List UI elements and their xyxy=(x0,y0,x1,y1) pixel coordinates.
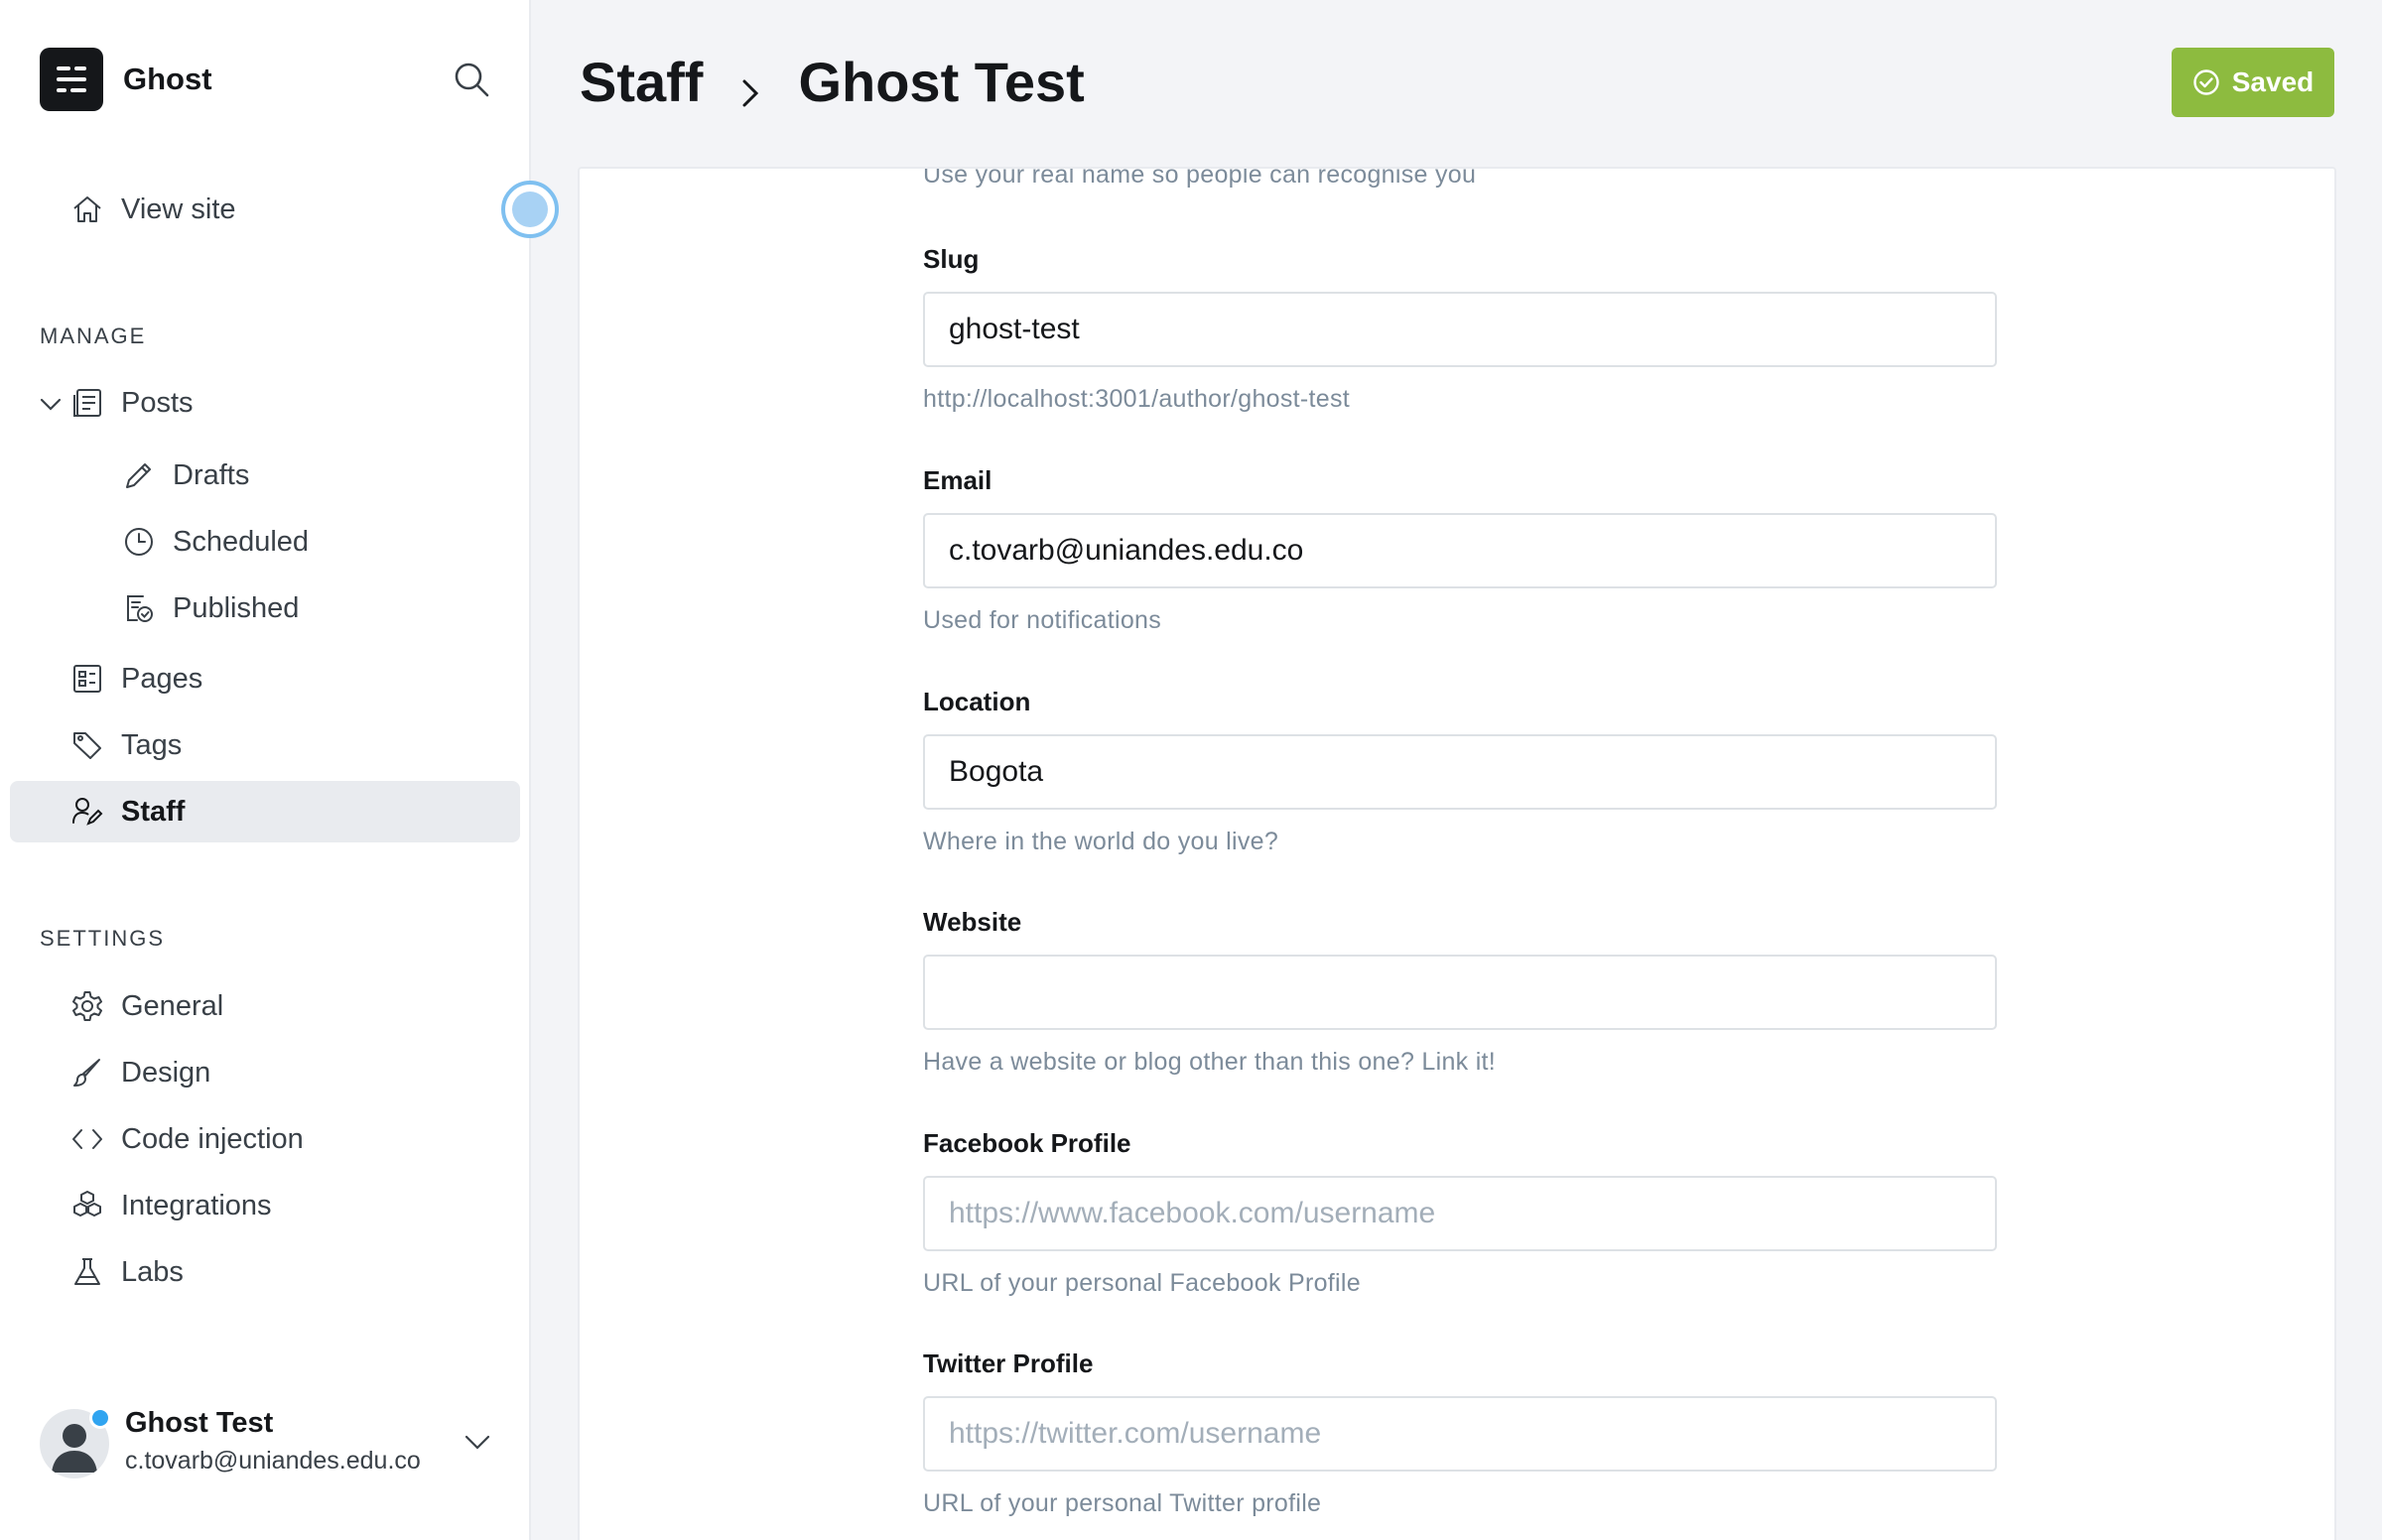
sidebar-item-labs[interactable]: Labs xyxy=(10,1241,520,1303)
sidebar-item-published[interactable]: Published xyxy=(10,578,520,639)
breadcrumb: Staff Ghost Test xyxy=(580,42,1085,121)
breadcrumb-parent-link[interactable]: Staff xyxy=(580,50,703,114)
email-field: Email Used for notifications xyxy=(923,465,1997,635)
gear-icon xyxy=(71,990,103,1022)
sidebar-item-scheduled[interactable]: Scheduled xyxy=(10,511,520,573)
facebook-label: Facebook Profile xyxy=(923,1128,1131,1158)
facebook-hint: URL of your personal Facebook Profile xyxy=(923,1269,1361,1297)
slug-label: Slug xyxy=(923,244,980,274)
sidebar-item-label: General xyxy=(121,990,224,1022)
pencil-icon xyxy=(123,459,155,491)
sidebar-item-label: Posts xyxy=(121,387,194,419)
profile-form-card: Use your real name so people can recogni… xyxy=(578,167,2336,1540)
location-input[interactable] xyxy=(923,734,1997,810)
sidebar-item-pages[interactable]: Pages xyxy=(10,648,520,709)
facebook-input[interactable] xyxy=(923,1176,1997,1251)
user-name: Ghost Test xyxy=(125,1407,274,1439)
name-hint: Use your real name so people can recogni… xyxy=(923,167,1477,189)
slug-input[interactable] xyxy=(923,292,1997,367)
location-label: Location xyxy=(923,687,1031,716)
twitter-field: Twitter Profile URL of your personal Twi… xyxy=(923,1348,1997,1518)
sidebar-item-general[interactable]: General xyxy=(10,975,520,1037)
website-label: Website xyxy=(923,907,1022,937)
check-circle-icon xyxy=(2193,69,2219,95)
pages-icon xyxy=(71,663,103,695)
sidebar-item-label: View site xyxy=(121,193,236,225)
clock-icon xyxy=(123,526,155,558)
flask-icon xyxy=(71,1256,103,1288)
sidebar: Ghost View site MANAGE Posts Drafts Sche… xyxy=(0,0,559,1540)
section-title-manage: MANAGE xyxy=(40,323,147,348)
website-field: Website Have a website or blog other tha… xyxy=(923,907,1997,1077)
save-button[interactable]: Saved xyxy=(2172,48,2334,117)
sidebar-item-label: Published xyxy=(173,592,300,624)
sidebar-item-label: Integrations xyxy=(121,1190,272,1221)
status-dot xyxy=(89,1407,111,1429)
brand[interactable]: Ghost xyxy=(40,48,212,111)
sidebar-item-label: Drafts xyxy=(173,459,250,491)
twitter-hint: URL of your personal Twitter profile xyxy=(923,1489,1322,1517)
sidebar-item-view-site[interactable]: View site xyxy=(10,179,520,240)
sidebar-item-label: Staff xyxy=(121,796,186,828)
slug-field: Slug http://localhost:3001/author/ghost-… xyxy=(923,244,1997,414)
sidebar-item-design[interactable]: Design xyxy=(10,1042,520,1103)
twitter-label: Twitter Profile xyxy=(923,1348,1094,1378)
location-hint: Where in the world do you live? xyxy=(923,828,1279,855)
sidebar-item-label: Pages xyxy=(121,663,203,695)
ghost-logo-icon xyxy=(40,48,103,111)
notification-pulse[interactable] xyxy=(501,181,559,238)
section-title-settings: SETTINGS xyxy=(40,926,166,951)
save-button-label: Saved xyxy=(2231,66,2315,97)
sidebar-item-label: Design xyxy=(121,1057,211,1089)
home-icon xyxy=(71,193,103,225)
code-icon xyxy=(71,1123,103,1155)
brand-name: Ghost xyxy=(123,62,212,96)
email-input[interactable] xyxy=(923,513,1997,588)
search-icon[interactable] xyxy=(452,60,491,99)
sidebar-item-label: Code injection xyxy=(121,1123,304,1155)
sidebar-item-label: Tags xyxy=(121,729,183,761)
sidebar-item-integrations[interactable]: Integrations xyxy=(10,1175,520,1236)
email-label: Email xyxy=(923,465,992,495)
sidebar-item-label: Scheduled xyxy=(173,526,310,558)
chevron-down-icon[interactable] xyxy=(463,1431,492,1453)
brush-icon xyxy=(71,1057,103,1089)
sidebar-item-code-injection[interactable]: Code injection xyxy=(10,1108,520,1170)
sidebar-item-tags[interactable]: Tags xyxy=(10,714,520,776)
twitter-input[interactable] xyxy=(923,1396,1997,1472)
facebook-field: Facebook Profile URL of your personal Fa… xyxy=(923,1128,1997,1298)
chevron-right-icon xyxy=(730,62,770,107)
website-hint: Have a website or blog other than this o… xyxy=(923,1048,1497,1076)
user-menu[interactable]: Ghost Test c.tovarb@uniandes.edu.co xyxy=(40,1403,506,1482)
user-email: c.tovarb@uniandes.edu.co xyxy=(125,1447,421,1475)
slug-hint: http://localhost:3001/author/ghost-test xyxy=(923,385,1351,413)
tag-icon xyxy=(71,729,103,761)
published-icon xyxy=(123,592,155,624)
integrations-icon xyxy=(71,1190,103,1221)
page-title: Ghost Test xyxy=(798,50,1085,113)
staff-icon xyxy=(71,796,103,828)
website-input[interactable] xyxy=(923,955,1997,1030)
sidebar-item-staff[interactable]: Staff xyxy=(10,781,520,842)
sidebar-item-label: Labs xyxy=(121,1256,184,1288)
email-hint: Used for notifications xyxy=(923,606,1162,634)
sidebar-item-drafts[interactable]: Drafts xyxy=(10,445,520,506)
sidebar-item-posts[interactable]: Posts xyxy=(10,372,520,434)
location-field: Location Where in the world do you live? xyxy=(923,687,1997,856)
posts-icon xyxy=(71,387,103,419)
